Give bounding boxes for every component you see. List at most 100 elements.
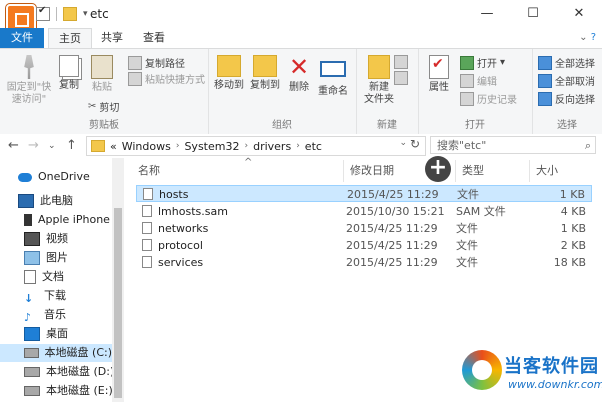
search-box[interactable]: 搜索"etc" ⌕ bbox=[430, 136, 596, 154]
scrollbar-thumb[interactable] bbox=[114, 208, 122, 398]
file-type: 文件 bbox=[457, 188, 479, 201]
properties-label: 属性 bbox=[429, 82, 449, 93]
file-row[interactable]: lmhosts.sam 2015/10/30 15:21 SAM 文件 4 KB bbox=[136, 203, 592, 220]
back-arrow-icon[interactable]: ← bbox=[8, 138, 19, 153]
copy-to-button[interactable]: 复制到 bbox=[248, 55, 282, 92]
file-row[interactable]: services 2015/4/25 11:29 文件 18 KB bbox=[136, 254, 592, 271]
breadcrumb-overflow[interactable]: « bbox=[110, 140, 117, 153]
rename-button[interactable]: 重命名 bbox=[314, 55, 352, 98]
column-header-type[interactable]: 类型 bbox=[456, 160, 530, 182]
sidebar-scrollbar[interactable] bbox=[112, 158, 124, 402]
copy-label: 复制 bbox=[59, 80, 79, 91]
new-folder-quick-icon[interactable] bbox=[63, 7, 77, 21]
file-name: services bbox=[158, 256, 204, 269]
select-none-button[interactable]: 全部取消 bbox=[538, 73, 595, 88]
edit-button[interactable]: 编辑 bbox=[460, 73, 497, 88]
delete-button[interactable]: ✕ 删除 bbox=[286, 55, 312, 94]
breadcrumb-windows[interactable]: Windows bbox=[122, 140, 171, 153]
file-row[interactable]: networks 2015/4/25 11:29 文件 1 KB bbox=[136, 220, 592, 237]
recent-locations-chevron-icon[interactable]: ⌄ bbox=[48, 141, 56, 151]
paste-shortcut-button[interactable]: 粘贴快捷方式 bbox=[128, 71, 205, 86]
file-date: 2015/4/25 11:29 bbox=[346, 222, 438, 235]
file-icon bbox=[142, 205, 152, 217]
sidebar-item-label: 下载 bbox=[44, 289, 66, 302]
folder-icon bbox=[91, 140, 105, 152]
file-type: 文件 bbox=[456, 222, 478, 235]
chevron-down-icon: ▾ bbox=[500, 57, 506, 68]
file-row[interactable]: hosts 2015/4/25 11:29 文件 1 KB bbox=[136, 185, 592, 202]
paste-button[interactable]: 粘贴 bbox=[88, 55, 116, 94]
select-all-button[interactable]: 全部选择 bbox=[538, 55, 595, 70]
breadcrumb-etc[interactable]: etc bbox=[305, 140, 322, 153]
sidebar-item-drive-c[interactable]: 本地磁盘 (C:) bbox=[0, 344, 112, 362]
drive-icon bbox=[24, 348, 39, 358]
forward-arrow-icon[interactable]: → bbox=[28, 138, 39, 153]
navigation-bar: ← → ⌄ ↑ « Windows › System32 › drivers ›… bbox=[0, 134, 602, 159]
copy-path-button[interactable]: 复制路径 bbox=[128, 55, 185, 70]
chevron-right-icon[interactable]: › bbox=[244, 141, 248, 151]
open-button[interactable]: 打开 ▾ bbox=[460, 55, 505, 70]
cut-button[interactable]: ✂ 剪切 bbox=[88, 99, 119, 114]
quick-access-toolbar: ▾ bbox=[36, 5, 88, 21]
tab-view[interactable]: 查看 bbox=[134, 28, 174, 48]
tab-file[interactable]: 文件 bbox=[0, 28, 44, 48]
invert-selection-button[interactable]: 反向选择 bbox=[538, 91, 595, 106]
sidebar-item-onedrive[interactable]: OneDrive bbox=[18, 168, 90, 186]
sidebar-item-videos[interactable]: 视频 bbox=[24, 230, 68, 248]
up-arrow-icon[interactable]: ↑ bbox=[66, 138, 77, 153]
close-button[interactable]: ✕ bbox=[556, 0, 602, 28]
sidebar-item-drive-d[interactable]: 本地磁盘 (D:) bbox=[24, 363, 114, 381]
properties-button[interactable]: 属性 bbox=[424, 55, 454, 94]
group-clipboard: 固定到"快速访问" 复制 粘贴 复制路径 粘贴快捷方式 ✂ 剪切 剪贴板 bbox=[0, 49, 209, 135]
sidebar-item-downloads[interactable]: ↓ 下载 bbox=[24, 287, 66, 305]
sidebar-item-music[interactable]: ♪ 音乐 bbox=[24, 306, 66, 324]
search-icon[interactable]: ⌕ bbox=[585, 137, 591, 155]
file-type: 文件 bbox=[456, 239, 478, 252]
ribbon-expand-icons[interactable]: ⌄ ? bbox=[579, 32, 596, 43]
easy-access-button[interactable] bbox=[394, 71, 408, 85]
chevron-right-icon[interactable]: › bbox=[176, 141, 180, 151]
minimize-button[interactable]: — bbox=[464, 0, 510, 28]
sidebar-item-drive-e[interactable]: 本地磁盘 (E:) bbox=[24, 382, 113, 400]
address-dropdown-icon[interactable]: ⌄ bbox=[399, 138, 407, 148]
tab-share[interactable]: 共享 bbox=[92, 28, 132, 48]
column-header-size[interactable]: 大小 bbox=[530, 160, 594, 182]
file-size: 1 KB bbox=[560, 222, 586, 235]
copy-path-label: 复制路径 bbox=[145, 59, 185, 70]
file-size: 2 KB bbox=[560, 239, 586, 252]
phone-icon bbox=[24, 214, 32, 226]
breadcrumb-system32[interactable]: System32 bbox=[184, 140, 239, 153]
tab-home[interactable]: 主页 bbox=[48, 28, 92, 48]
maximize-button[interactable]: ☐ bbox=[510, 0, 556, 28]
properties-quick-icon[interactable] bbox=[36, 5, 50, 21]
pin-quick-access-button[interactable]: 固定到"快速访问" bbox=[4, 55, 54, 106]
copy-button[interactable]: 复制 bbox=[56, 55, 82, 92]
chevron-down-icon[interactable]: ▾ bbox=[83, 9, 88, 19]
new-item-button[interactable] bbox=[394, 55, 408, 69]
delete-icon: ✕ bbox=[288, 53, 310, 81]
refresh-icon[interactable]: ↻ bbox=[407, 137, 423, 151]
move-to-icon bbox=[217, 55, 241, 77]
select-none-label: 全部取消 bbox=[555, 77, 595, 88]
toolbar-divider bbox=[56, 7, 57, 21]
new-folder-button[interactable]: 新建 文件夹 bbox=[360, 55, 398, 106]
sidebar-item-iphone[interactable]: Apple iPhone bbox=[24, 211, 110, 229]
group-organize: 移动到 复制到 ✕ 删除 重命名 组织 bbox=[208, 49, 357, 135]
sidebar-item-pictures[interactable]: 图片 bbox=[24, 249, 68, 267]
file-name: networks bbox=[158, 222, 209, 235]
open-label: 打开 bbox=[477, 59, 497, 70]
sidebar-item-label: 本地磁盘 (D:) bbox=[46, 365, 115, 378]
history-button[interactable]: 历史记录 bbox=[460, 91, 517, 106]
column-header-name[interactable]: ^ 名称 bbox=[132, 157, 344, 182]
file-row[interactable]: protocol 2015/4/25 11:29 文件 2 KB bbox=[136, 237, 592, 254]
sidebar-item-documents[interactable]: 文档 bbox=[24, 268, 64, 286]
move-to-button[interactable]: 移动到 bbox=[212, 55, 246, 92]
address-bar[interactable]: « Windows › System32 › drivers › etc ⌄ ↻ bbox=[86, 136, 426, 156]
chevron-right-icon[interactable]: › bbox=[296, 141, 300, 151]
breadcrumb-drivers[interactable]: drivers bbox=[253, 140, 291, 153]
file-size: 1 KB bbox=[559, 188, 585, 201]
watermark-name: 当客软件园 bbox=[504, 356, 599, 377]
sidebar-item-desktop[interactable]: 桌面 bbox=[24, 325, 68, 343]
open-icon bbox=[460, 55, 474, 70]
sidebar-item-this-pc[interactable]: 此电脑 bbox=[18, 192, 73, 210]
